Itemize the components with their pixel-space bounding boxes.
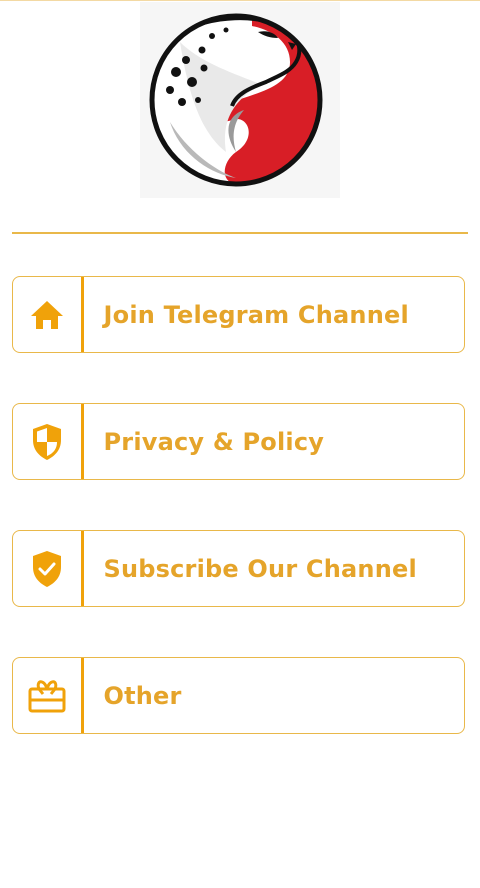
divider: [12, 232, 468, 234]
menu-item-label: Privacy & Policy: [103, 427, 325, 456]
menu-item-label: Other: [103, 681, 182, 710]
menu-separator: [81, 658, 84, 733]
home-icon: [31, 300, 63, 329]
menu-item-label: Join Telegram Channel: [103, 300, 409, 329]
shield-check-icon: [33, 550, 61, 587]
menu-separator: [81, 277, 84, 352]
menu-item-other[interactable]: Other: [12, 657, 465, 734]
menu-item-join-telegram[interactable]: Join Telegram Channel: [12, 276, 465, 353]
menu-item-privacy-policy[interactable]: Privacy & Policy: [12, 403, 465, 480]
app-logo: [140, 2, 340, 198]
shield-icon: [33, 423, 61, 460]
top-border: [0, 0, 480, 1]
menu-separator: [81, 531, 84, 606]
gift-icon: [28, 679, 66, 712]
menu-item-label: Subscribe Our Channel: [103, 554, 417, 583]
menu-item-subscribe-channel[interactable]: Subscribe Our Channel: [12, 530, 465, 607]
menu-separator: [81, 404, 84, 479]
